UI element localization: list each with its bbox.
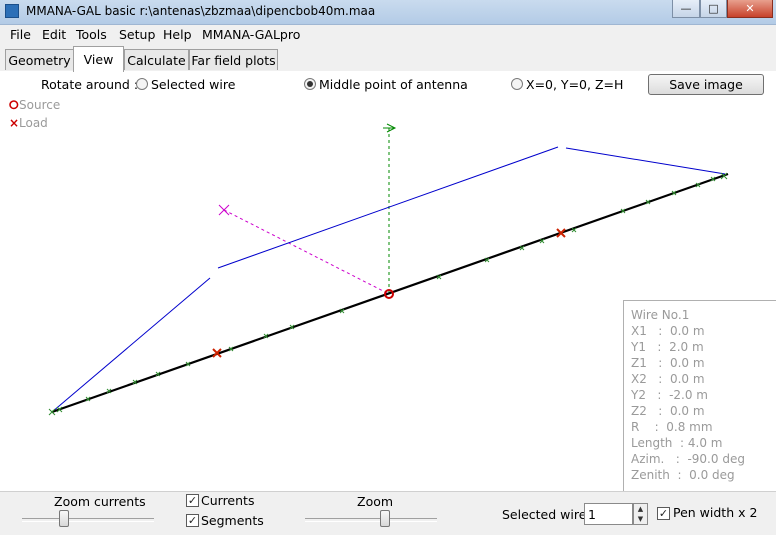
zoom-currents-slider[interactable] (59, 510, 69, 527)
close-button[interactable]: ✕ (727, 0, 773, 18)
pen-width-label[interactable]: Pen width x 2 (673, 505, 757, 520)
selected-wire-spinner[interactable]: ▲ ▼ (633, 503, 648, 525)
wire-info-azimuth: Azim. : -90.0 deg (631, 452, 745, 466)
zoom-currents-track (22, 518, 154, 522)
bottom-controls: Zoom currents ✓ Currents ✓ Segments Zoom… (0, 491, 776, 535)
wire-info-radius: R : 0.8 mm (631, 420, 713, 434)
window-title: MMANA-GAL basic r:\antenas\zbzmaa\dipenc… (26, 4, 376, 18)
menu-setup[interactable]: Setup (119, 27, 155, 42)
selected-wire-input[interactable]: 1 (584, 503, 633, 525)
wire-info-y2: Y2 : -2.0 m (631, 388, 708, 402)
menu-tools[interactable]: Tools (76, 27, 107, 42)
tab-strip: Geometry View Calculate Far field plots (0, 45, 776, 72)
minimize-button[interactable]: — (672, 0, 700, 18)
menu-bar: File Edit Tools Setup Help MMANA-GALpro (0, 25, 776, 45)
current-curve-left (51, 277, 211, 413)
tab-calculate[interactable]: Calculate (124, 49, 189, 70)
currents-checkbox[interactable]: ✓ (186, 494, 199, 507)
wire-info-x1: X1 : 0.0 m (631, 324, 705, 338)
tab-view[interactable]: View (73, 46, 124, 72)
segments-checkbox[interactable]: ✓ (186, 514, 199, 527)
maximize-button[interactable]: □ (700, 0, 727, 18)
currents-label[interactable]: Currents (201, 493, 254, 508)
selected-wire-label: Selected wire (502, 507, 587, 522)
zoom-currents-label: Zoom currents (54, 494, 146, 509)
wire-info-z2: Z2 : 0.0 m (631, 404, 705, 418)
zoom-slider[interactable] (380, 510, 390, 527)
zoom-label: Zoom (357, 494, 394, 509)
wire-info-title: Wire No.1 (631, 308, 690, 322)
menu-file[interactable]: File (10, 27, 31, 42)
tab-far-field-plots[interactable]: Far field plots (189, 49, 278, 70)
z-axis-arrow-icon (383, 123, 397, 133)
wire-info-y1: Y1 : 2.0 m (631, 340, 704, 354)
zoom-track (305, 518, 437, 522)
app-icon (5, 4, 19, 18)
segments-label[interactable]: Segments (201, 513, 264, 528)
menu-edit[interactable]: Edit (42, 27, 66, 42)
wire-info-zenith: Zenith : 0.0 deg (631, 468, 735, 482)
wire-info-z1: Z1 : 0.0 m (631, 356, 705, 370)
tab-geometry[interactable]: Geometry (5, 49, 74, 70)
x-axis-end-icon (218, 204, 230, 216)
current-curve-middle (217, 146, 559, 269)
title-bar: MMANA-GAL basic r:\antenas\zbzmaa\dipenc… (0, 0, 776, 25)
current-curve-right (565, 147, 726, 175)
x-axis (223, 209, 390, 295)
spin-down-icon[interactable]: ▼ (634, 514, 647, 524)
menu-mmana-galpro[interactable]: MMANA-GALpro (202, 27, 300, 42)
menu-help[interactable]: Help (163, 27, 192, 42)
view-panel: Rotate around : Selected wire Middle poi… (0, 71, 776, 491)
wire-info-x2: X2 : 0.0 m (631, 372, 705, 386)
wire-info-box: Wire No.1 X1 : 0.0 m Y1 : 2.0 m Z1 : 0.0… (623, 300, 776, 491)
wire-info-length: Length : 4.0 m (631, 436, 723, 450)
spin-up-icon[interactable]: ▲ (634, 504, 647, 514)
pen-width-checkbox[interactable]: ✓ (657, 507, 670, 520)
